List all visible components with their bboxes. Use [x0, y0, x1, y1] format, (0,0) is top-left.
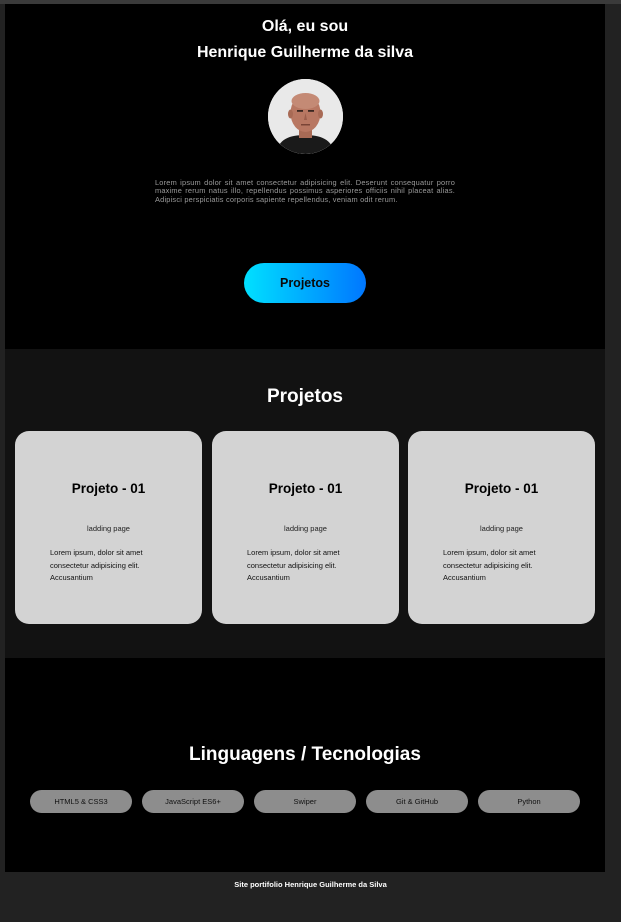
profile-photo — [268, 79, 343, 154]
avatar — [268, 79, 343, 154]
tech-badge-python: Python — [478, 790, 580, 813]
project-card-description: Lorem ipsum, dolor sit amet consectetur … — [50, 548, 143, 582]
hero-section: Olá, eu sou Henrique Guilherme da silva … — [5, 4, 605, 349]
project-card-subtitle: ladding page — [480, 524, 523, 533]
tech-badge-javascript: JavaScript ES6+ — [142, 790, 244, 813]
project-card-title: Projeto - 01 — [464, 481, 539, 496]
project-card-title: Projeto - 01 — [268, 481, 343, 496]
tech-badge-git: Git & GitHub — [366, 790, 468, 813]
tech-badge-swiper: Swiper — [254, 790, 356, 813]
hero-name: Henrique Guilherme da silva — [196, 44, 414, 61]
tech-section: Linguagens / Tecnologias HTML5 & CSS3 Ja… — [5, 658, 605, 872]
hero-bio: Lorem ipsum dolor sit amet consectetur a… — [155, 178, 455, 204]
projects-button[interactable]: Projetos — [244, 263, 366, 303]
project-card-subtitle: ladding page — [284, 524, 327, 533]
project-card[interactable]: Projeto - 01 ladding page Lorem ipsum, d… — [15, 431, 202, 624]
project-card-title: Projeto - 01 — [71, 481, 146, 496]
tech-title: Linguagens / Tecnologias — [189, 744, 421, 765]
project-card-description: Lorem ipsum, dolor sit amet consectetur … — [443, 548, 536, 582]
project-card-subtitle: ladding page — [87, 524, 130, 533]
hero-greeting: Olá, eu sou — [261, 18, 349, 35]
projects-title: Projetos — [266, 386, 344, 407]
projects-section: Projetos Projeto - 01 ladding page Lorem… — [5, 349, 605, 658]
project-card[interactable]: Projeto - 01 ladding page Lorem ipsum, d… — [408, 431, 595, 624]
project-card[interactable]: Projeto - 01 ladding page Lorem ipsum, d… — [212, 431, 399, 624]
footer-text: Site portifolio Henrique Guilherme da Si… — [234, 880, 387, 889]
tech-badge-html-css: HTML5 & CSS3 — [30, 790, 132, 813]
project-card-description: Lorem ipsum, dolor sit amet consectetur … — [247, 548, 340, 582]
